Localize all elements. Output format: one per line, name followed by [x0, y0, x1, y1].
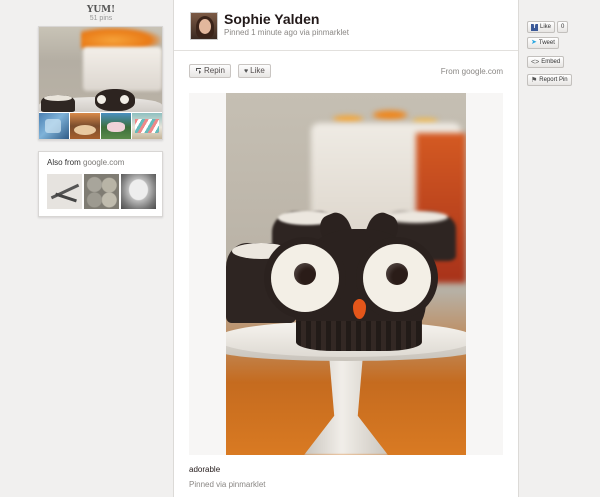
- board-thumbnail[interactable]: [39, 113, 69, 139]
- tweet-label: Tweet: [538, 40, 555, 46]
- facebook-like-label: Like: [540, 24, 552, 30]
- facebook-like-count: 0: [557, 21, 569, 33]
- like-button[interactable]: ♥ Like: [238, 64, 271, 78]
- tweet-button[interactable]: ➤ Tweet: [527, 37, 559, 49]
- pin-description: adorable: [189, 465, 221, 474]
- pin-image-frame: [189, 93, 503, 455]
- pin-source: From google.com: [441, 67, 503, 76]
- embed-button[interactable]: <> Embed: [527, 56, 565, 68]
- board-title[interactable]: YUM!: [38, 0, 164, 15]
- report-pin-button[interactable]: ⚑ Report Pin: [527, 74, 572, 86]
- also-from-source-link[interactable]: google.com: [83, 158, 124, 167]
- facebook-like-button[interactable]: f Like: [527, 21, 556, 33]
- pin-detail-card: Sophie Yalden Pinned 1 minute ago via pi…: [173, 0, 519, 497]
- pinned-timestamp: Pinned 1 minute ago via pinmarklet: [224, 28, 349, 37]
- facebook-icon: f: [531, 23, 538, 31]
- board-thumbnail[interactable]: [70, 113, 100, 139]
- board-sidebar: YUM! 51 pins Also from google.com: [38, 0, 164, 217]
- code-icon: <>: [531, 58, 540, 66]
- pin-via-text: Pinned via pinmarklet: [189, 480, 266, 489]
- source-domain-link[interactable]: google.com: [462, 67, 503, 76]
- repin-button[interactable]: Repin: [189, 64, 231, 78]
- repin-icon: [195, 67, 202, 76]
- also-from-thumbnail[interactable]: [121, 174, 156, 209]
- avatar[interactable]: [190, 12, 218, 40]
- also-from-prefix: Also from: [47, 158, 81, 167]
- like-label: Like: [250, 66, 265, 75]
- board-thumbnails: [39, 113, 162, 139]
- board-thumbnail[interactable]: [101, 113, 131, 139]
- source-prefix: From: [440, 67, 460, 76]
- also-from-thumbnail[interactable]: [84, 174, 119, 209]
- twitter-bird-icon: ➤: [531, 39, 537, 46]
- pin-header: Sophie Yalden Pinned 1 minute ago via pi…: [174, 0, 518, 51]
- pinner-name-link[interactable]: Sophie Yalden: [224, 11, 319, 27]
- repin-label: Repin: [204, 66, 225, 75]
- also-from-title: Also from google.com: [47, 158, 124, 167]
- also-from-thumbnail[interactable]: [47, 174, 82, 209]
- heart-icon: ♥: [244, 67, 249, 75]
- pin-image[interactable]: [226, 93, 466, 455]
- board-thumbnail[interactable]: [132, 113, 162, 139]
- also-from-thumbnails: [47, 174, 156, 209]
- also-from-card: Also from google.com: [38, 151, 163, 217]
- embed-label: Embed: [541, 59, 561, 65]
- board-preview-card[interactable]: [38, 26, 163, 140]
- flag-icon: ⚑: [531, 76, 538, 84]
- board-cover-image[interactable]: [39, 27, 162, 112]
- report-pin-label: Report Pin: [539, 77, 568, 83]
